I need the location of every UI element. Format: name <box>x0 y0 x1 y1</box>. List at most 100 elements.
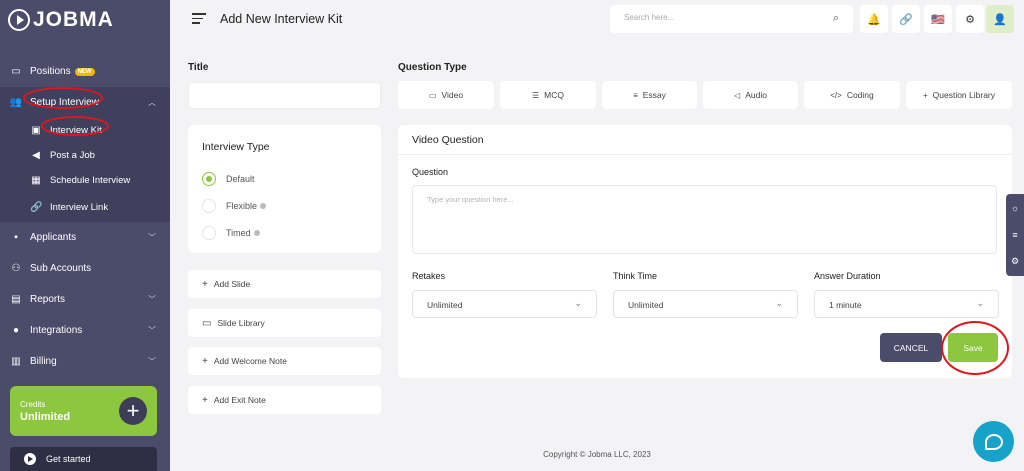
notification-bell-button[interactable]: 🔔 <box>860 5 888 33</box>
sidebar-item-label: Positions <box>30 66 71 77</box>
text-lines-icon: ≡ <box>633 90 638 100</box>
search-input[interactable]: Search here... ⌕ <box>610 5 853 33</box>
chevron-down-icon: ⌄ <box>574 298 582 308</box>
video-question-title: Video Question <box>398 125 1012 155</box>
radio-unselected[interactable] <box>202 198 216 213</box>
question-type-essay[interactable]: ≡ Essay <box>602 81 697 109</box>
sidebar-item-label: Reports <box>30 294 66 305</box>
question-type-coding[interactable]: </> Coding <box>804 81 900 109</box>
credits-card: Credits Unlimited + <box>10 386 157 436</box>
sidebar: JOBMA ▭ Positions NEW 👥 Setup Interview … <box>0 0 170 471</box>
interview-type-option-flexible[interactable]: Flexible <box>202 192 367 219</box>
chevron-down-icon: ⌄ <box>775 298 783 308</box>
chat-bubble-icon <box>984 433 1003 450</box>
chevron-up-icon: ︿ <box>148 98 156 107</box>
radio-selected[interactable] <box>202 171 216 186</box>
add-welcome-note-label: Add Welcome Note <box>213 356 287 366</box>
question-type-library[interactable]: + Question Library <box>906 81 1012 109</box>
think-time-select[interactable]: Unlimited ⌄ <box>613 290 798 318</box>
chevron-down-icon: ﹀ <box>148 357 156 366</box>
interview-type-option-timed[interactable]: Timed <box>202 219 367 246</box>
add-exit-note-button[interactable]: + Add Exit Note <box>188 386 381 414</box>
sidebar-item-positions[interactable]: ▭ Positions NEW <box>0 56 170 87</box>
add-slide-label: Add Slide <box>213 279 251 289</box>
share-link-button[interactable]: 🔗 <box>892 5 920 33</box>
question-type-audio[interactable]: ◁ Audio <box>703 81 798 109</box>
cancel-button[interactable]: CANCEL <box>880 333 942 362</box>
info-icon[interactable] <box>260 202 267 209</box>
add-credits-button[interactable]: + <box>119 397 147 425</box>
title-input[interactable] <box>188 82 381 109</box>
sidebar-item-reports[interactable]: ▤ Reports ﹀ <box>0 284 170 315</box>
logo[interactable]: JOBMA <box>8 8 114 32</box>
chevron-down-icon: ﹀ <box>148 326 156 335</box>
question-textarea[interactable]: Type your question here... <box>412 185 997 254</box>
language-button[interactable]: 🇺🇸 <box>924 5 952 33</box>
play-icon <box>24 453 36 465</box>
user-icon: 👤 <box>993 13 1007 26</box>
annotation-circle-setup-interview <box>23 87 103 109</box>
radio-unselected[interactable] <box>202 225 216 240</box>
retakes-value: Unlimited <box>427 300 463 310</box>
page-title: Add New Interview Kit <box>220 12 343 26</box>
question-type-label: Question Library <box>932 90 996 100</box>
chevron-down-icon: ﹀ <box>148 295 156 304</box>
plus-icon: + <box>202 394 208 406</box>
add-welcome-note-button[interactable]: + Add Welcome Note <box>188 347 381 375</box>
title-label: Title <box>188 62 209 73</box>
align-icon[interactable]: ≡ <box>1006 221 1024 248</box>
plus-icon: + <box>922 90 928 100</box>
question-type-label: Coding <box>846 90 874 100</box>
option-label: Default <box>226 173 255 184</box>
interview-type-title: Interview Type <box>202 141 270 153</box>
chevron-down-icon: ⌄ <box>976 298 984 308</box>
logo-play-icon <box>8 9 30 31</box>
calendar-icon: ▦ <box>31 175 41 186</box>
answer-duration-value: 1 minute <box>829 300 862 310</box>
interview-type-option-default[interactable]: Default <box>202 165 367 192</box>
question-placeholder: Type your question here... <box>427 195 514 204</box>
sidebar-subitem-schedule-interview[interactable]: ▦ Schedule Interview <box>0 168 170 193</box>
chevron-down-icon: ﹀ <box>148 233 156 242</box>
speaker-icon: ◁ <box>734 90 741 100</box>
library-icon: ▭ <box>202 317 212 329</box>
link-icon: 🔗 <box>899 13 913 26</box>
chat-button[interactable] <box>973 421 1014 462</box>
users-icon: 👥 <box>9 97 23 108</box>
plus-icon: + <box>202 355 208 367</box>
think-time-label: Think Time <box>613 271 658 281</box>
sidebar-item-applicants[interactable]: ▪ Applicants ﹀ <box>0 222 170 253</box>
top-header: Add New Interview Kit Search here... ⌕ 🔔… <box>170 0 1024 40</box>
question-type-mcq[interactable]: ☰ MCQ <box>500 81 596 109</box>
sidebar-subitem-post-a-job[interactable]: ◀ Post a Job <box>0 143 170 168</box>
logo-text: JOBMA <box>33 8 114 31</box>
theme-toggle-icon[interactable]: ☼ <box>1006 194 1024 221</box>
new-badge: NEW <box>74 67 95 76</box>
slide-library-label: Slide Library <box>217 318 265 328</box>
slide-library-button[interactable]: ▭ Slide Library <box>188 309 381 337</box>
question-type-video[interactable]: ▭ Video <box>398 81 494 109</box>
sidebar-subitem-interview-link[interactable]: 🔗 Interview Link <box>0 193 170 222</box>
add-slide-button[interactable]: + Add Slide <box>188 270 381 298</box>
person-badge-icon: ▪ <box>14 232 18 243</box>
retakes-select[interactable]: Unlimited ⌄ <box>412 290 597 318</box>
video-question-card: Video Question Question Type your questi… <box>398 125 1012 378</box>
avatar[interactable]: 👤 <box>986 5 1014 33</box>
search-icon: ⌕ <box>832 12 839 24</box>
get-started-label: Get started <box>46 454 91 464</box>
sidebar-item-billing[interactable]: ▥ Billing ﹀ <box>0 346 170 377</box>
sidebar-item-sub-accounts[interactable]: ⚇ Sub Accounts <box>0 253 170 284</box>
sidebar-item-integrations[interactable]: ● Integrations ﹀ <box>0 315 170 346</box>
sidebar-item-label: Billing <box>30 356 57 367</box>
settings-button[interactable]: ⚙ <box>956 5 984 33</box>
info-icon[interactable] <box>253 229 260 236</box>
question-type-label: MCQ <box>544 90 564 100</box>
sidebar-subitem-label: Schedule Interview <box>50 175 131 186</box>
answer-duration-label: Answer Duration <box>814 271 881 281</box>
integrations-icon: ● <box>12 325 20 336</box>
menu-toggle-icon[interactable] <box>192 13 206 27</box>
settings-cog-icon[interactable]: ⚙ <box>1006 248 1024 275</box>
us-flag-icon: 🇺🇸 <box>931 13 945 26</box>
answer-duration-select[interactable]: 1 minute ⌄ <box>814 290 999 318</box>
get-started-button[interactable]: Get started <box>10 447 157 471</box>
